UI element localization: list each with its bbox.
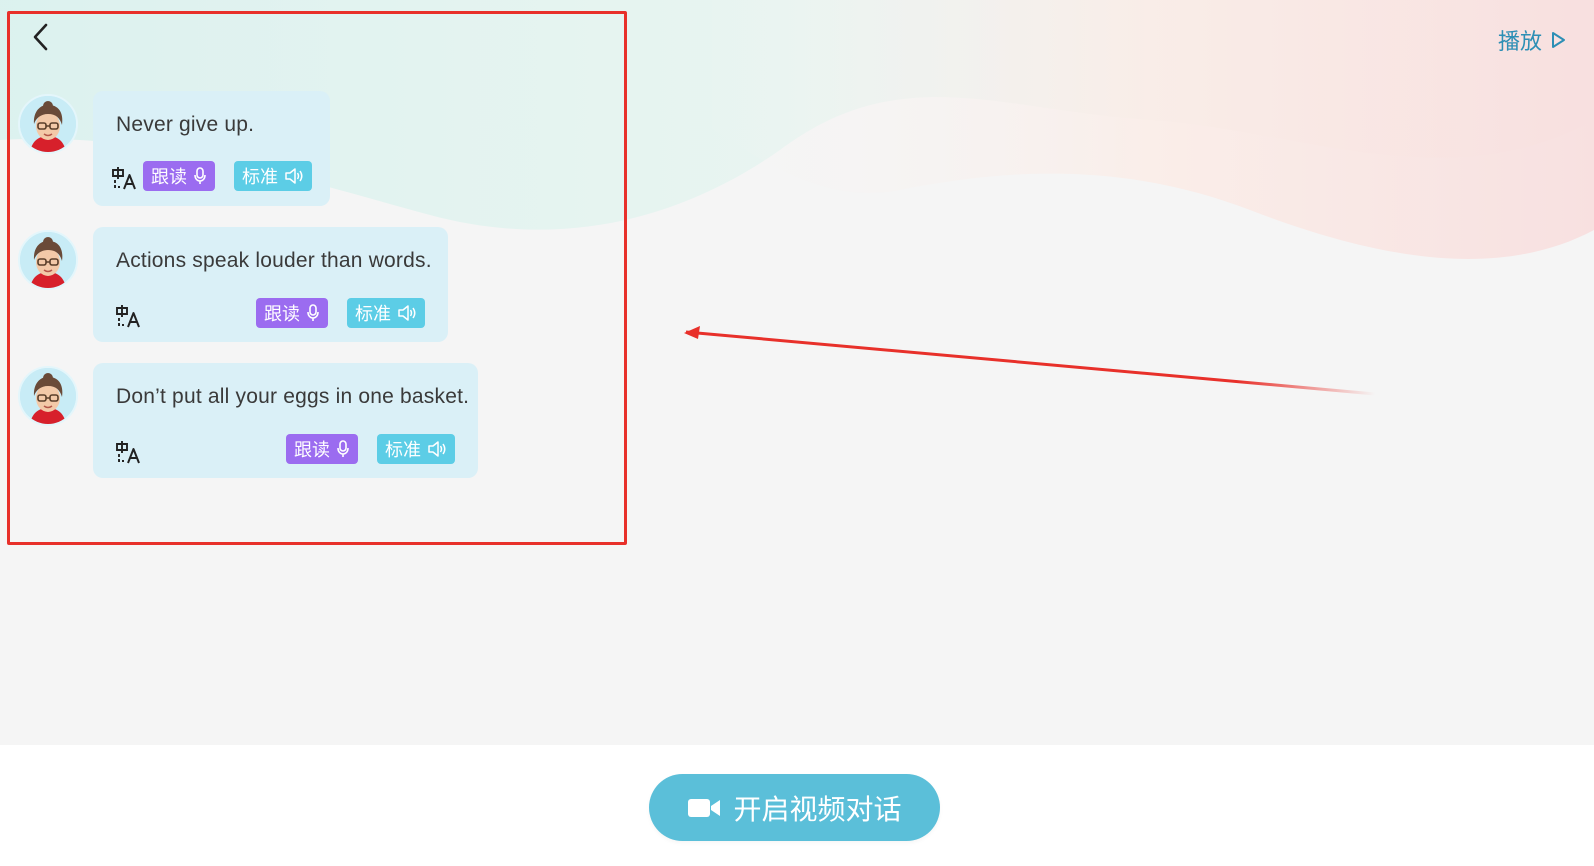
chevron-left-icon [33,23,48,51]
play-triangle-icon [1552,32,1565,48]
conversation-area: 播放 Never give up. 跟读 标准 Actions speak lo… [0,0,1594,745]
start-video-chat-button[interactable]: 开启视频对话 [649,774,940,841]
microphone-icon [337,440,349,457]
translate-icon[interactable] [111,165,137,191]
follow-read-button[interactable]: 跟读 [143,161,215,191]
standard-audio-button[interactable]: 标准 [234,161,312,191]
translate-icon[interactable] [115,303,141,329]
standard-audio-label: 标准 [355,304,391,324]
follow-read-label: 跟读 [151,167,187,187]
follow-read-label: 跟读 [294,440,330,460]
follow-read-button[interactable]: 跟读 [286,434,358,464]
standard-audio-label: 标准 [385,440,421,460]
message-row: Don’t put all your eggs in one basket. 跟… [18,363,478,478]
avatar [18,94,78,154]
message-text: Don’t put all your eggs in one basket. [116,385,470,408]
play-button[interactable]: 播放 [1498,24,1566,56]
follow-read-button[interactable]: 跟读 [256,298,328,328]
message-bubble: Never give up. 跟读 标准 [93,91,330,206]
microphone-icon [194,167,206,184]
video-camera-icon [688,798,721,817]
microphone-icon [307,304,319,321]
message-text: Never give up. [116,113,255,136]
standard-audio-button[interactable]: 标准 [377,434,455,464]
message-row: Actions speak louder than words. 跟读 标准 [18,227,448,342]
avatar [18,366,78,426]
standard-audio-button[interactable]: 标准 [347,298,425,328]
start-video-chat-label: 开启视频对话 [733,793,902,825]
follow-read-label: 跟读 [264,304,300,324]
translate-icon[interactable] [115,439,141,465]
message-text: Actions speak louder than words. [116,249,432,272]
avatar [18,230,78,290]
message-row: Never give up. 跟读 标准 [18,91,330,206]
message-bubble: Actions speak louder than words. 跟读 标准 [93,227,448,342]
speaker-icon [428,441,446,457]
speaker-icon [398,305,416,321]
back-button[interactable] [26,20,56,54]
standard-audio-label: 标准 [242,167,278,187]
message-bubble: Don’t put all your eggs in one basket. 跟… [93,363,478,478]
play-label: 播放 [1497,29,1542,54]
speaker-icon [285,168,303,184]
